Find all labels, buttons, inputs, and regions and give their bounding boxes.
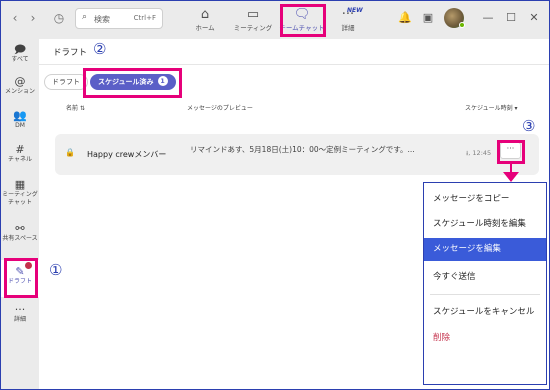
menu-item-edit-schedule[interactable]: スケジュール時刻を編集 <box>424 213 546 236</box>
row-time-value: 12:45 <box>472 149 492 157</box>
more-icon: ··· <box>14 303 26 316</box>
column-header-schedule-label: スケジュール時刻 <box>465 105 513 112</box>
menu-item-edit-message[interactable]: メッセージを編集 <box>424 238 546 261</box>
search-placeholder: 検索 <box>94 15 110 24</box>
menu-item-delete[interactable]: 削除 <box>424 327 546 350</box>
menu-divider <box>430 294 540 295</box>
history-icon[interactable]: ◷ <box>51 10 67 26</box>
rail-item-label: メンション <box>4 88 35 95</box>
bell-icon[interactable]: 🔔 <box>398 11 412 25</box>
rail-item-more[interactable]: ··· 詳細 <box>1 303 39 324</box>
chat-bubble-icon: 🗩 <box>13 43 27 56</box>
share-icon: ⚯ <box>15 222 25 235</box>
divider <box>39 64 549 65</box>
at-icon: @ <box>14 75 26 88</box>
drafts-highlight <box>4 258 38 298</box>
scheduled-highlight <box>83 68 182 98</box>
rail-item-label: ミーティング チャット <box>2 191 38 206</box>
lock-icon: 🔒 <box>65 148 75 157</box>
column-header-name-label: 名前 <box>66 105 79 112</box>
rail-item-mentions[interactable]: @ メンション <box>1 75 39 96</box>
apps-icon[interactable]: ▣ <box>421 11 435 25</box>
people-icon: 👥 <box>13 109 27 122</box>
close-icon[interactable]: ✕ <box>527 11 541 25</box>
hash-icon: # <box>15 143 25 156</box>
row-time: ⭳, 12:45 <box>466 149 492 157</box>
column-header-preview: メッセージのプレビュー <box>187 105 253 112</box>
menu-item-copy[interactable]: メッセージをコピー <box>424 188 546 211</box>
sort-icon: ⇅ <box>79 105 85 112</box>
row-name: Happy crewメンバー <box>87 150 167 159</box>
page-title: ドラフト <box>53 48 88 58</box>
rail-item-meeting-chat[interactable]: ▦ ミーティング チャット <box>1 178 39 207</box>
column-header-name[interactable]: 名前 ⇅ <box>66 103 85 112</box>
tab-more-label: 詳細 <box>341 24 355 32</box>
rail-item-shared-spaces[interactable]: ⚯ 共有スペース <box>1 222 39 243</box>
presence-dot <box>459 22 465 28</box>
rail-item-label: DM <box>15 122 25 129</box>
new-badge: NEW <box>347 7 363 14</box>
more-button-highlight <box>497 140 525 164</box>
title-bar: ‹ › ◷ ⌕ 検索 Ctrl+F ⌂ ホーム ▭ ミーティング 🗨 チームチャ… <box>1 1 549 39</box>
filter-drafts[interactable]: ドラフト <box>44 74 88 90</box>
menu-item-cancel-schedule[interactable]: スケジュールをキャンセル <box>424 301 546 324</box>
rail-item-label: 詳細 <box>13 316 26 323</box>
maximize-icon[interactable]: ☐ <box>504 11 518 25</box>
rail-item-dm[interactable]: 👥 DM <box>1 109 39 130</box>
back-icon[interactable]: ‹ <box>7 10 23 26</box>
rail-item-label: 共有スペース <box>2 235 38 242</box>
context-menu: メッセージをコピー スケジュール時刻を編集 メッセージを編集 今すぐ送信 スケジ… <box>423 182 547 385</box>
rail-item-all[interactable]: 🗩 すべて <box>1 43 39 64</box>
callout-two: ② <box>93 40 107 58</box>
left-rail: 🗩 すべて @ メンション 👥 DM # チャネル ▦ ミーティング チャット … <box>1 39 39 389</box>
rail-item-channels[interactable]: # チャネル <box>1 143 39 164</box>
rail-item-label: チャネル <box>8 156 32 163</box>
menu-item-send-now[interactable]: 今すぐ送信 <box>424 266 546 289</box>
forward-icon[interactable]: › <box>25 10 41 26</box>
column-header-schedule[interactable]: スケジュール時刻 ▾ <box>465 103 518 112</box>
search-input[interactable]: ⌕ 検索 Ctrl+F <box>75 8 163 29</box>
calendar-icon: ▦ <box>14 178 26 191</box>
callout-one: ① <box>49 261 63 279</box>
upload-icon: ⭳ <box>466 149 469 157</box>
row-preview: リマインドあす、5月18日(土)10：00～定例ミーティングです。... <box>190 145 415 154</box>
chevron-down-icon: ▾ <box>514 105 518 112</box>
rail-item-label: すべて <box>11 56 29 63</box>
callout-three: ③ <box>522 117 536 135</box>
minimize-icon[interactable]: — <box>481 11 495 25</box>
search-icon: ⌕ <box>82 12 88 22</box>
search-shortcut: Ctrl+F <box>133 14 156 22</box>
table-row[interactable]: 🔒 Happy crewメンバー リマインドあす、5月18日(土)10：00～定… <box>55 134 539 175</box>
